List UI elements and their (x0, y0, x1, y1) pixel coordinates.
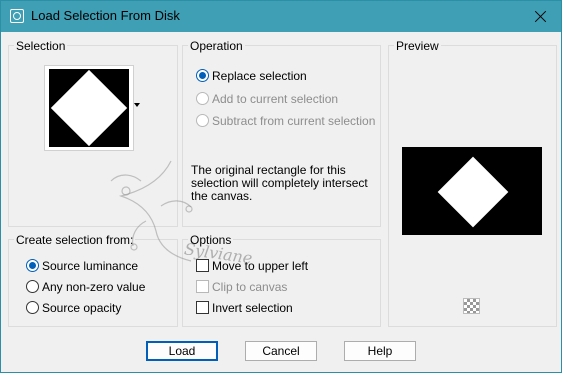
source-opacity-label[interactable]: Source opacity (42, 301, 121, 315)
radio-add-to-current-selection (196, 92, 209, 105)
transparency-checker-icon[interactable] (463, 298, 480, 314)
dialog-window: Load Selection From Disk Selection Opera… (0, 0, 562, 373)
preview-image (402, 147, 542, 235)
subtract-from-current-selection-label: Subtract from current selection (212, 114, 376, 128)
window-title: Load Selection From Disk (31, 8, 180, 23)
radio-source-luminance[interactable] (26, 259, 39, 272)
radio-source-opacity[interactable] (26, 301, 39, 314)
thumbnail-diamond (50, 69, 128, 147)
source-luminance-label[interactable]: Source luminance (42, 259, 138, 273)
help-button[interactable]: Help (344, 341, 416, 361)
load-button[interactable]: Load (146, 341, 218, 361)
selection-group-label: Selection (14, 39, 68, 53)
replace-selection-label[interactable]: Replace selection (212, 69, 307, 83)
radio-any-non-zero-value[interactable] (26, 280, 39, 293)
options-group-label: Options (188, 233, 234, 247)
add-to-current-selection-label: Add to current selection (212, 92, 339, 106)
thumbnail-image (49, 69, 129, 147)
any-non-zero-value-label[interactable]: Any non-zero value (42, 280, 145, 294)
checkbox-move-to-upper-left[interactable] (196, 259, 209, 272)
clip-to-canvas-label: Clip to canvas (212, 280, 288, 294)
checkbox-clip-to-canvas (196, 280, 209, 293)
selection-app-icon (10, 9, 24, 23)
move-to-upper-left-label[interactable]: Move to upper left (212, 259, 308, 273)
radio-subtract-from-current-selection (196, 114, 209, 127)
checkbox-invert-selection[interactable] (196, 301, 209, 314)
radio-replace-selection[interactable] (196, 69, 209, 82)
preview-diamond (437, 156, 509, 228)
preview-group-label: Preview (394, 39, 441, 53)
close-icon[interactable] (521, 1, 561, 32)
chevron-down-icon[interactable] (134, 103, 140, 107)
intersection-info-text: The original rectangle for this selectio… (191, 163, 368, 203)
title-bar[interactable]: Load Selection From Disk (1, 1, 561, 32)
invert-selection-label[interactable]: Invert selection (212, 301, 293, 315)
selection-thumbnail[interactable] (44, 65, 134, 151)
cancel-button[interactable]: Cancel (245, 341, 317, 361)
create-from-group-label: Create selection from: (14, 233, 136, 247)
operation-group-label: Operation (188, 39, 245, 53)
